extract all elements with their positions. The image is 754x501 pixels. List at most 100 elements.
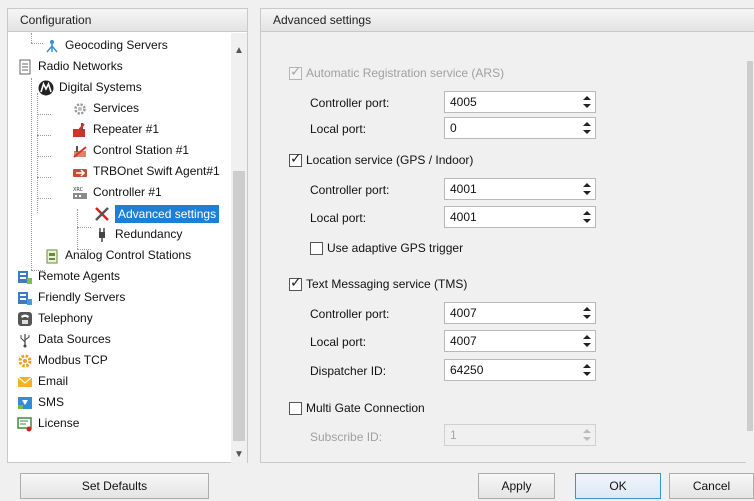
tree-connector (37, 135, 51, 136)
modbus-icon (17, 353, 33, 369)
tms-controller-port-label: Controller port: (310, 307, 390, 321)
usb-icon (17, 332, 33, 348)
svg-text:XRC: XRC (73, 187, 84, 193)
tree-item-friendly-servers[interactable]: Friendly Servers (17, 287, 125, 308)
tree-connector (77, 209, 78, 249)
tree-item-swift-agent[interactable]: TRBOnet Swift Agent#1 (72, 161, 220, 182)
tree-connector (37, 198, 51, 199)
tree-item-geocoding-servers[interactable]: Geocoding Servers (44, 35, 168, 56)
spinner-arrows[interactable] (579, 207, 595, 227)
tree-connector (31, 78, 32, 270)
tree-connector (37, 177, 51, 178)
tree-item-services[interactable]: Services (72, 98, 139, 119)
tree-connector (37, 93, 38, 213)
spinner-arrows[interactable] (579, 331, 595, 351)
location-local-port-label: Local port: (310, 211, 367, 225)
cancel-button[interactable]: Cancel (669, 473, 754, 499)
adaptive-gps-checkbox[interactable] (310, 241, 323, 255)
tree-connector (37, 114, 51, 115)
spinner-arrows[interactable] (579, 360, 595, 380)
tree-item-digital-systems[interactable]: Digital Systems (38, 77, 142, 98)
tree-item-repeater[interactable]: Repeater #1 (72, 119, 159, 140)
tree-item-email[interactable]: Email (17, 371, 68, 392)
tree-item-control-station[interactable]: Control Station #1 (72, 140, 189, 161)
tree-item-advanced-settings[interactable]: Advanced settings (94, 203, 220, 224)
spinner-arrows[interactable] (579, 303, 595, 323)
multi-gate-checkbox-row[interactable]: Multi Gate Connection (289, 401, 425, 415)
dispatcher-id-input[interactable]: 64250 (444, 359, 596, 381)
checkmark-icon: ✓ (290, 149, 302, 166)
subscribe-id-label: Subscribe ID: (310, 430, 383, 444)
remote-agents-icon (17, 269, 33, 285)
tree-item-telephony[interactable]: Telephony (17, 308, 93, 329)
adaptive-gps-label: Use adaptive GPS trigger (327, 241, 464, 255)
advanced-settings-panel: Advanced settings ✓ Automatic Registrati… (260, 8, 754, 463)
adaptive-gps-checkbox-row[interactable]: Use adaptive GPS trigger (310, 241, 463, 255)
apply-button[interactable]: Apply (478, 473, 555, 499)
spinner-arrows[interactable] (579, 118, 595, 138)
tms-checkbox[interactable]: ✓ (289, 274, 302, 291)
checkmark-icon: ✓ (290, 62, 302, 79)
settings-scrollbar[interactable] (746, 33, 754, 463)
configuration-panel: Configuration Geocoding Servers Radio Ne… (7, 8, 248, 463)
ars-controller-port-input[interactable]: 4005 (444, 91, 596, 113)
tms-label: Text Messaging service (TMS) (306, 277, 468, 291)
license-icon (17, 416, 33, 432)
subscribe-id-input[interactable]: 1 (444, 424, 596, 446)
spinner-arrows[interactable] (579, 425, 595, 445)
configuration-header: Configuration (8, 9, 247, 32)
location-local-port-input[interactable]: 4001 (444, 206, 596, 228)
tms-controller-port-input[interactable]: 4007 (444, 302, 596, 324)
scrollbar-thumb[interactable] (233, 171, 245, 441)
tree-item-data-sources[interactable]: Data Sources (17, 329, 111, 350)
ars-checkbox[interactable]: ✓ (289, 63, 302, 80)
location-label: Location service (GPS / Indoor) (306, 153, 474, 167)
ok-button[interactable]: OK (575, 473, 661, 499)
analog-icon (44, 248, 60, 264)
phone-icon (17, 311, 33, 327)
tools-icon (94, 206, 110, 222)
controller-icon: XRC (72, 185, 88, 201)
tree-item-license[interactable]: License (17, 413, 79, 434)
swift-agent-icon (72, 164, 88, 180)
tree-connector (31, 43, 43, 44)
tree-item-radio-networks[interactable]: Radio Networks (17, 56, 123, 77)
ars-label: Automatic Registration service (ARS) (306, 66, 505, 80)
spinner-arrows[interactable] (579, 92, 595, 112)
location-controller-port-input[interactable]: 4001 (444, 178, 596, 200)
tree-item-redundancy[interactable]: Redundancy (94, 224, 182, 245)
friendly-servers-icon (17, 290, 33, 306)
configuration-tree: Geocoding Servers Radio Networks Digital… (8, 33, 232, 463)
tree-scrollbar[interactable]: ▲ ▼ (231, 33, 247, 463)
tree-item-sms[interactable]: SMS (17, 392, 64, 413)
scrollbar-thumb[interactable] (747, 61, 753, 431)
dispatcher-id-label: Dispatcher ID: (310, 364, 387, 378)
ars-controller-port-label: Controller port: (310, 96, 390, 110)
tree-connector (37, 156, 51, 157)
tms-checkbox-row[interactable]: ✓ Text Messaging service (TMS) (289, 274, 468, 291)
sms-icon (17, 395, 33, 411)
tms-local-port-input[interactable]: 4007 (444, 330, 596, 352)
tree-item-remote-agents[interactable]: Remote Agents (17, 266, 120, 287)
set-defaults-button[interactable]: Set Defaults (20, 473, 209, 499)
spinner-arrows[interactable] (579, 179, 595, 199)
multi-gate-checkbox[interactable] (289, 401, 302, 415)
location-checkbox-row[interactable]: ✓ Location service (GPS / Indoor) (289, 150, 474, 167)
tree-item-analog-control-stations[interactable]: Analog Control Stations (44, 245, 191, 266)
tree-connector (31, 33, 32, 43)
control-station-icon (72, 143, 88, 159)
tree-connector (77, 227, 91, 228)
scroll-up-icon[interactable]: ▲ (231, 43, 247, 59)
ars-checkbox-row[interactable]: ✓ Automatic Registration service (ARS) (289, 63, 505, 80)
multi-gate-label: Multi Gate Connection (306, 401, 425, 415)
tree-item-controller[interactable]: XRC Controller #1 (72, 182, 162, 203)
scroll-down-icon[interactable]: ▼ (231, 447, 247, 463)
radio-networks-icon (17, 59, 33, 75)
tms-local-port-label: Local port: (310, 335, 367, 349)
tree-item-modbus-tcp[interactable]: Modbus TCP (17, 350, 108, 371)
location-controller-port-label: Controller port: (310, 183, 390, 197)
email-icon (17, 374, 33, 390)
plug-icon (94, 227, 110, 243)
location-checkbox[interactable]: ✓ (289, 150, 302, 167)
ars-local-port-input[interactable]: 0 (444, 117, 596, 139)
